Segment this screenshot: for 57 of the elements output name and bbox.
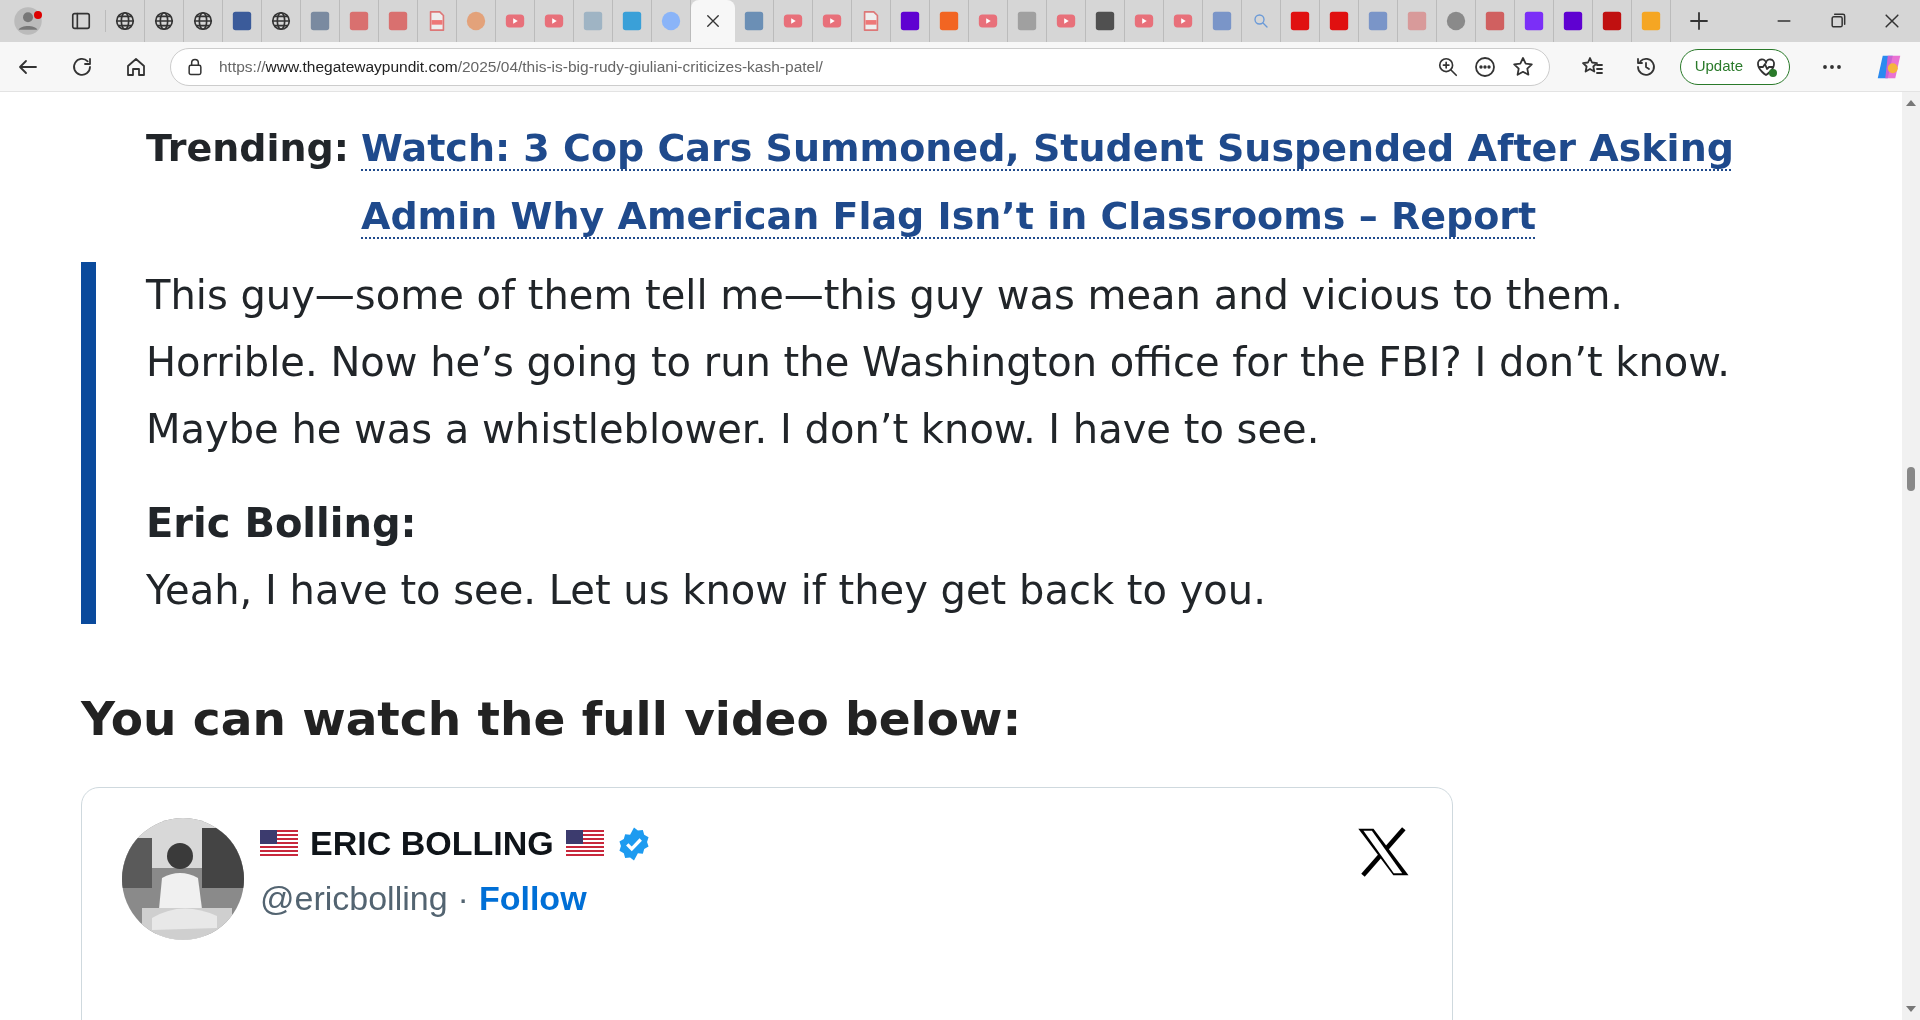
search-icon: [1252, 12, 1270, 30]
favicon-icon: [1211, 10, 1233, 32]
favicon-icon: [1016, 10, 1038, 32]
restore-icon[interactable]: [1828, 11, 1848, 31]
url-text: https://www.thegatewaypundit.com/2025/04/this-is-big-rudy-giuliani-criticizes-kash-patel/: [219, 56, 824, 77]
favicon-icon: [743, 10, 765, 32]
author-name: ERIC BOLLING: [310, 823, 554, 864]
favicon-icon: [621, 10, 643, 32]
author-handle: @ericbolling: [260, 878, 448, 919]
update-button[interactable]: Update: [1679, 48, 1790, 85]
favicon-icon: [1367, 10, 1389, 32]
notification-dot: [34, 11, 42, 19]
favicon-icon: [1523, 10, 1545, 32]
scroll-thumb[interactable]: [1907, 467, 1915, 491]
speaker-name: Eric Bolling:: [146, 499, 418, 548]
flag-icon: [260, 829, 298, 858]
address-bar[interactable]: https://www.thegatewaypundit.com/2025/04/this-is-big-rudy-giuliani-criticizes-kash-patel/: [170, 47, 1550, 86]
favicon-icon: [1094, 10, 1116, 32]
favicon-icon: [1328, 10, 1350, 32]
favicon-icon: [309, 10, 331, 32]
zoom-icon[interactable]: [1436, 55, 1459, 78]
follow-link[interactable]: Follow: [478, 873, 587, 924]
scroll-up-icon[interactable]: [1905, 98, 1917, 108]
favicon-icon: [938, 10, 960, 32]
star-icon[interactable]: [1510, 54, 1535, 79]
favicon-icon: [660, 10, 682, 32]
favicon-icon: [1562, 10, 1584, 32]
globe-icon: [153, 10, 175, 32]
section-heading: You can watch the full video below:: [81, 690, 1023, 748]
flag-icon: [565, 829, 604, 858]
favicon-icon: [1289, 10, 1311, 32]
globe-icon: [192, 10, 214, 32]
lock-icon: [185, 56, 205, 77]
favicon-icon: [1445, 10, 1467, 32]
globe-icon: [270, 10, 292, 32]
favicon-icon: [1601, 10, 1623, 32]
favicon-icon: [1484, 10, 1506, 32]
close-icon[interactable]: [704, 12, 722, 30]
globe-icon: [114, 10, 136, 32]
favicon-icon: [1640, 10, 1662, 32]
profile-icon[interactable]: [13, 6, 43, 36]
favicon-icon: [387, 10, 409, 32]
trending-link[interactable]: Watch: 3 Cop Cars Summoned, Student Suspended After Asking Admin Why American Flag Isn’t in Classrooms – Report: [361, 114, 1786, 250]
favicon-icon: [465, 10, 487, 32]
more-options-icon[interactable]: [1472, 54, 1497, 79]
scrollbar[interactable]: [1902, 92, 1920, 1020]
favicon-icon: [1406, 10, 1428, 32]
trending-label: Trending:: [146, 125, 349, 172]
favicon-icon: [582, 10, 604, 32]
favicon-icon: [231, 10, 253, 32]
scroll-down-icon[interactable]: [1905, 1004, 1917, 1014]
favicon-icon: [348, 10, 370, 32]
separator-dot: ·: [457, 878, 469, 919]
favicon-icon: [899, 10, 921, 32]
tab-actions-icon[interactable]: [69, 10, 92, 32]
quote-text: This guy—some of them tell me—this guy was mean and vicious to them. Horrible. Now he’s going to run the Washington office for the FBI? I don’t know. Maybe he was a whistleblower. I don’t know. I have to see.: [146, 271, 1732, 454]
quote-text: Yeah, I have to see. Let us know if they get back to you.: [146, 566, 1267, 615]
